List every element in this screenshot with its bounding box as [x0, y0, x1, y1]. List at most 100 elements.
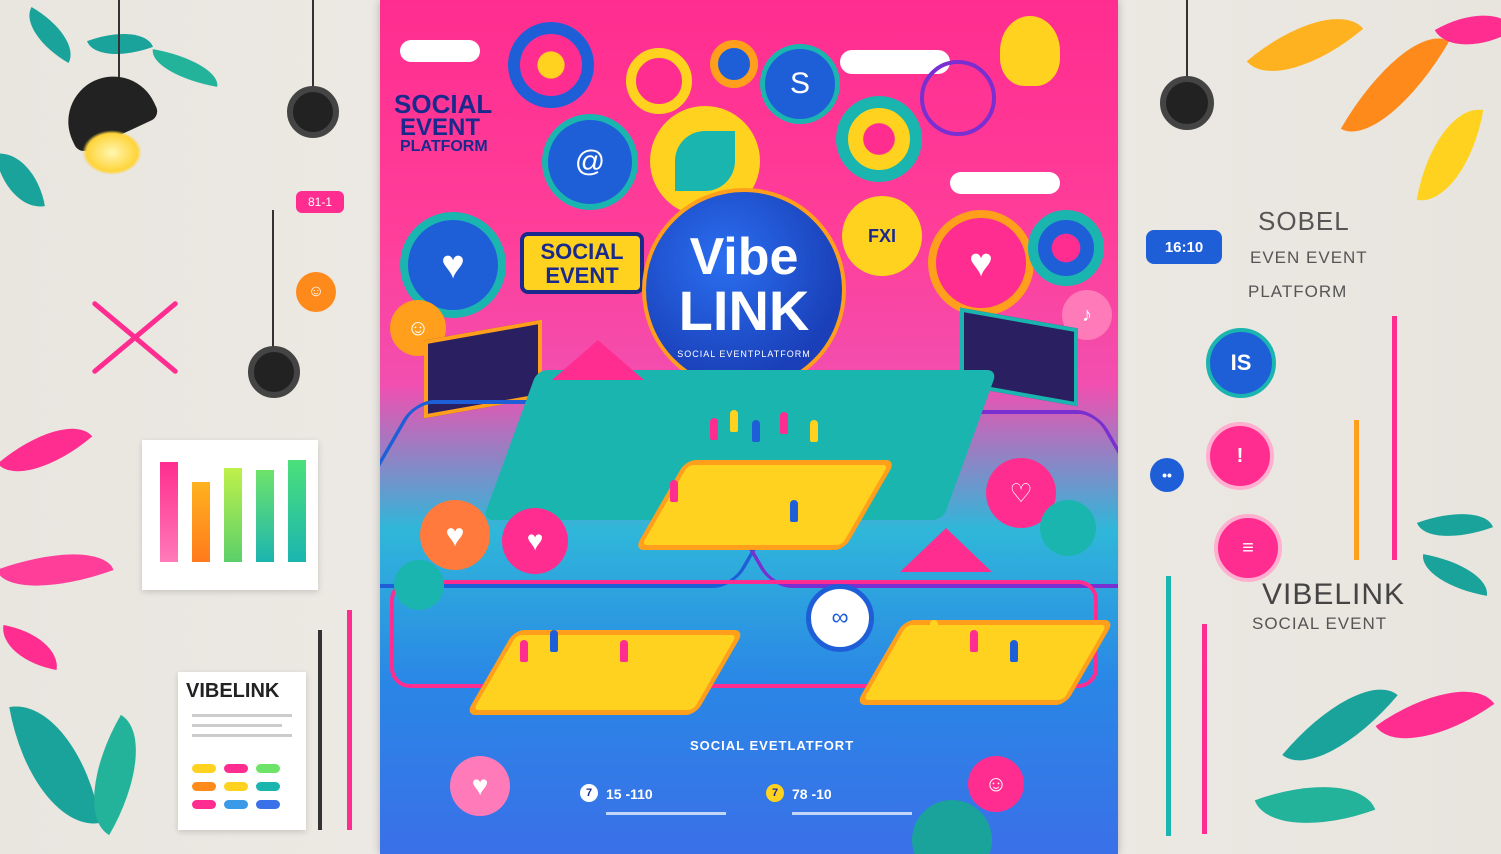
heading-line: EVENT: [400, 113, 481, 141]
leaf-decoration: [148, 49, 222, 87]
person-figure: [930, 620, 938, 642]
time-bubble: 16:10: [1146, 230, 1222, 264]
person-figure: [810, 420, 818, 442]
fork-icon: [318, 630, 322, 830]
leaf-decoration: [16, 7, 84, 63]
app-circle-icon[interactable]: ≡: [1214, 514, 1282, 582]
pencil-icon: [1354, 420, 1359, 560]
leaf-decoration: [0, 625, 63, 670]
tent-icon: [900, 528, 992, 572]
heading-line: PLATFORM: [400, 138, 488, 156]
caption-line: [606, 812, 726, 815]
speaker-cord: [272, 210, 274, 350]
social-event-badge: SOCIAL EVENT: [520, 232, 644, 294]
lamp-cord: [118, 0, 120, 85]
leaf-decoration: [1417, 554, 1493, 596]
app-circle-icon[interactable]: !: [1206, 422, 1274, 490]
person-figure: [780, 412, 788, 434]
color-swatch: [256, 800, 280, 809]
color-swatch: [192, 764, 216, 773]
right-brand-sub: SOCIAL EVENT: [1252, 614, 1388, 633]
event-poster: SOCIAL EVENT PLATFORM S @ ♥ ♥ FXI ☺ ♪ SO…: [380, 0, 1118, 854]
right-brand: VIBELINK: [1262, 578, 1406, 611]
document-brand: VIBELINK: [186, 680, 280, 702]
app-bubble-icon: @: [542, 114, 638, 210]
color-swatch: [224, 764, 248, 773]
brand-document: VIBELINK: [178, 672, 306, 830]
color-swatch: [256, 764, 280, 773]
target-ring-icon: [1028, 210, 1104, 286]
cloud-decoration: [950, 172, 1060, 194]
person-figure: [730, 410, 738, 432]
pencil-icon: [347, 610, 352, 830]
person-figure: [670, 480, 678, 502]
time-right: 78 -10: [792, 786, 832, 802]
person-figure: [520, 640, 528, 662]
person-figure: [850, 410, 858, 432]
badge-line: SOCIAL: [540, 239, 624, 264]
app-bubble-icon: ∞: [806, 584, 874, 652]
person-figure: [550, 630, 558, 652]
heart-bubble-icon: ♥: [450, 756, 510, 816]
person-figure: [790, 500, 798, 522]
flower-icon: [675, 131, 735, 191]
app-circle-icon[interactable]: IS: [1206, 328, 1276, 398]
leaf-decoration: [1254, 762, 1376, 848]
clock-icon: 7: [766, 784, 784, 802]
app-bubble-icon: FXI: [842, 196, 922, 276]
person-figure: [970, 630, 978, 652]
speaker-cord: [1186, 0, 1188, 80]
leaf-decoration: [0, 146, 45, 214]
chart-bar: [192, 482, 210, 562]
app-bubble-icon: ☺: [968, 756, 1024, 812]
target-ring-icon: [710, 40, 758, 88]
ferris-wheel-icon: [920, 60, 996, 136]
bottom-caption: SOCIAL EVETLATFORT: [690, 738, 855, 753]
color-swatch: [224, 800, 248, 809]
heading-line: SOCIAL: [394, 89, 493, 119]
person-figure: [620, 640, 628, 662]
leaf-decoration: [1416, 101, 1484, 209]
document-line: [192, 714, 292, 717]
tent-icon: [552, 340, 644, 380]
target-ring-icon: [508, 22, 594, 108]
document-line: [192, 724, 282, 727]
leaf-decoration: [1246, 0, 1364, 100]
right-title: SOBEL: [1258, 206, 1350, 236]
pencil-icon: [1392, 316, 1397, 560]
chart-bar: [256, 470, 274, 562]
person-figure: [752, 420, 760, 442]
speaker-icon: [248, 346, 300, 398]
speaker-icon: [287, 86, 339, 138]
heart-bubble-icon: ♥: [420, 500, 490, 570]
clock-icon: 7: [580, 784, 598, 802]
heart-bubble-icon: ♥: [502, 508, 568, 574]
leaf-decoration: [1434, 0, 1501, 65]
speaker-icon: [1160, 76, 1214, 130]
logo-line2: LINK: [678, 279, 810, 342]
vibelink-logo: Vibe LINK SOCIAL EVENTPLATFORM: [642, 188, 846, 392]
person-figure: [580, 650, 588, 672]
time-left: 15 -110: [606, 786, 653, 802]
speaker-cord: [312, 0, 314, 90]
tree-icon: [394, 560, 444, 610]
leaf-decoration: [87, 20, 153, 68]
leaf-decoration: [0, 532, 114, 608]
target-ring-icon: [836, 96, 922, 182]
leaf-decoration: [9, 694, 101, 836]
chart-bar: [224, 468, 242, 562]
app-bubble-icon: S: [760, 44, 840, 124]
right-subtitle: EVEN EVENT: [1250, 248, 1368, 267]
paw-icon[interactable]: ••: [1150, 458, 1184, 492]
leaf-decoration: [1340, 16, 1450, 154]
leaf-decoration: [1375, 662, 1495, 768]
person-figure: [710, 418, 718, 440]
document-line: [192, 734, 292, 737]
heart-bubble-icon: ♥: [928, 210, 1034, 316]
chart-bar: [160, 462, 178, 562]
target-ring-icon: [626, 48, 692, 114]
time-tag: 81-1: [296, 191, 344, 213]
logo-tagline: SOCIAL EVENTPLATFORM: [677, 349, 811, 359]
color-swatch: [224, 782, 248, 791]
tree-icon: [1040, 500, 1096, 556]
